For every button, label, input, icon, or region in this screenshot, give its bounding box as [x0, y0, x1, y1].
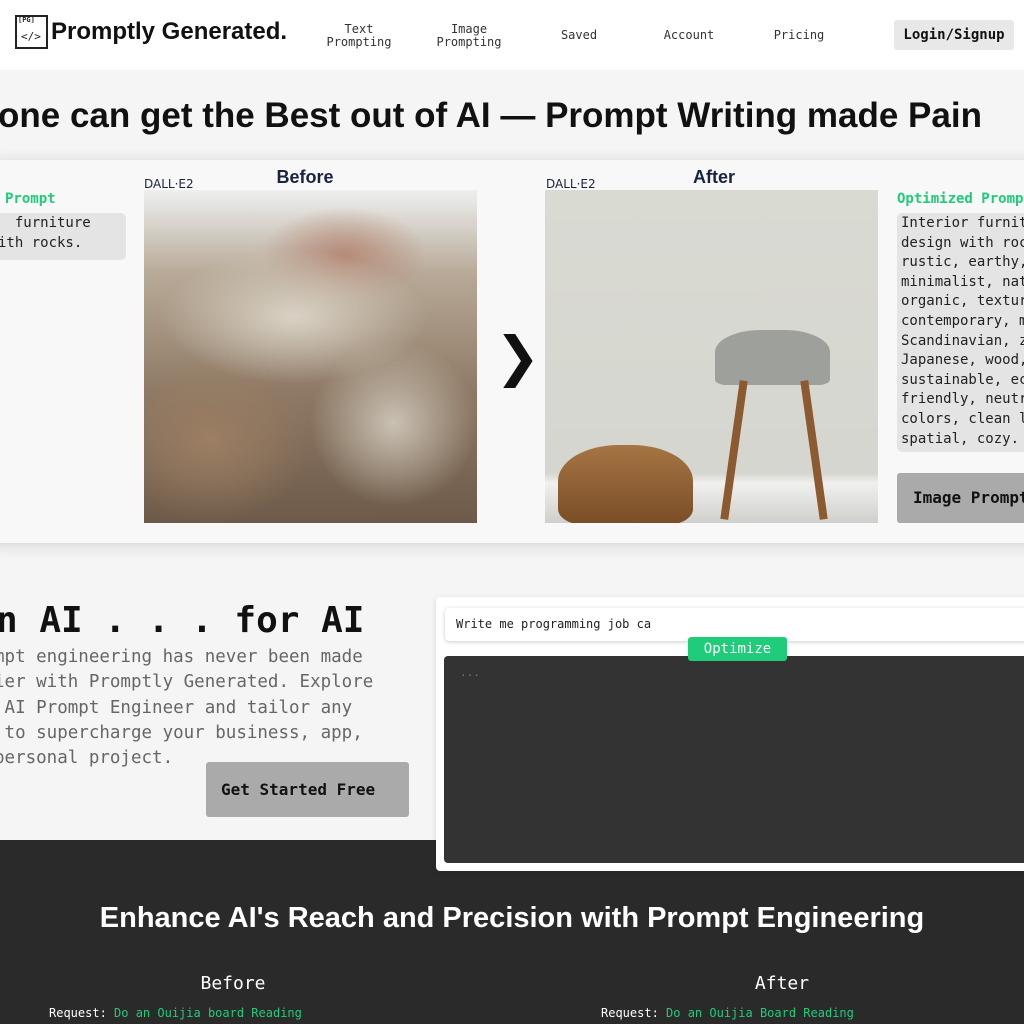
get-started-button[interactable]: Get Started Free [206, 762, 409, 817]
nav-saved[interactable]: Saved [529, 29, 629, 42]
login-signup-button[interactable]: Login/Signup [894, 20, 1014, 50]
nav-account[interactable]: Account [639, 29, 739, 42]
before-request: Request: Do an Ouijia board Reading [49, 1006, 302, 1020]
optimize-button[interactable]: Optimize [688, 637, 787, 661]
section-title: n AI . . . for AI [0, 600, 365, 641]
chair-seat [715, 330, 830, 385]
footer-after-label: After [754, 973, 810, 994]
chair-leg [720, 380, 748, 520]
output-area[interactable]: ... [444, 656, 1024, 863]
request-label: Request: [49, 1006, 107, 1020]
brand-name[interactable]: Promptly Generated. [51, 18, 287, 46]
prompt-box: furniture ith rocks. [0, 213, 126, 260]
request-value: Do an Ouijia board Reading [114, 1006, 302, 1020]
footer-title: Enhance AI's Reach and Precision with Pr… [99, 902, 925, 934]
top-nav: [PG] </> Promptly Generated. Text Prompt… [0, 0, 1024, 70]
output-placeholder: ... [460, 666, 480, 679]
prompt-label: Prompt [5, 191, 56, 207]
side-table [558, 445, 693, 523]
optimized-prompt-box: Interior furnit design with roc rustic, … [897, 213, 1024, 452]
request-label: Request: [601, 1006, 659, 1020]
hero-headline: one can get the Best out of AI — Prompt … [0, 96, 982, 135]
code-glyph: </> [21, 30, 41, 43]
optimized-prompt-label: Optimized Promp [897, 191, 1024, 207]
arrow-right-icon: ❯ [495, 325, 541, 388]
before-model-label: DALL·E2 [144, 177, 194, 191]
after-model-label: DALL·E2 [546, 177, 596, 191]
after-label: After [692, 167, 735, 187]
optimizer-panel: Write me programming job ca ... Optimize [436, 597, 1024, 871]
after-request: Request: Do an Ouijia Board Reading [601, 1006, 854, 1020]
logo-text: [PG] [18, 16, 35, 24]
nav-image-prompting[interactable]: Image Prompting [419, 23, 519, 49]
request-value: Do an Ouijia Board Reading [666, 1006, 854, 1020]
footer-before-label: Before [200, 973, 266, 994]
after-image [545, 190, 878, 523]
chair-leg [800, 380, 828, 520]
nav-pricing[interactable]: Pricing [749, 29, 849, 42]
image-prompt-button[interactable]: Image Prompt [897, 473, 1024, 523]
before-image [144, 190, 477, 523]
logo-icon[interactable]: [PG] </> [15, 15, 48, 49]
section-paragraph: mpt engineering has never been made ier … [0, 647, 374, 769]
nav-text-prompting[interactable]: Text Prompting [309, 23, 409, 49]
before-label: Before [276, 167, 334, 187]
